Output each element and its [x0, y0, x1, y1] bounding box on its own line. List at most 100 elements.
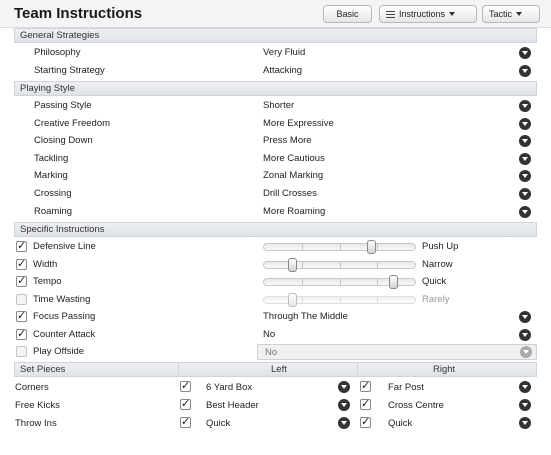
chevron-down-icon[interactable]: [519, 65, 531, 77]
value-roaming[interactable]: More Roaming: [263, 206, 325, 217]
value-starting-strategy[interactable]: Attacking: [263, 65, 302, 76]
value-corners-left[interactable]: 6 Yard Box: [206, 382, 252, 393]
value-corners-right[interactable]: Far Post: [388, 382, 424, 393]
chevron-down-icon[interactable]: [519, 135, 531, 147]
chevron-down-icon[interactable]: [519, 311, 531, 323]
value-throw-ins-right[interactable]: Quick: [388, 418, 412, 429]
chevron-down-icon[interactable]: [520, 346, 532, 358]
throw-ins-left-checkbox[interactable]: [180, 415, 191, 428]
chevron-down-icon: [449, 12, 456, 16]
value-closing-down[interactable]: Press More: [263, 135, 312, 146]
slider-tick: [339, 297, 341, 303]
chevron-down-icon[interactable]: [519, 188, 531, 200]
row-label-closing-down: Closing Down: [34, 135, 93, 146]
value-passing-style[interactable]: Shorter: [263, 100, 294, 111]
chevron-down-icon[interactable]: [519, 399, 531, 411]
row-label-play-offside: Play Offside: [33, 346, 85, 357]
menu-lines-icon: [386, 11, 395, 18]
section-title: Playing Style: [20, 83, 75, 94]
defensive-line-checkbox[interactable]: [16, 239, 27, 252]
chevron-down-icon[interactable]: [519, 206, 531, 218]
value-counter-attack[interactable]: No: [263, 329, 275, 340]
focus-passing-checkbox[interactable]: [16, 309, 27, 322]
chevron-down-icon[interactable]: [519, 118, 531, 130]
chevron-down-icon[interactable]: [519, 170, 531, 182]
tempo-checkbox[interactable]: [16, 274, 27, 287]
width-slider[interactable]: [263, 258, 416, 272]
row-label-marking: Marking: [34, 170, 68, 181]
chevron-down-icon[interactable]: [338, 399, 350, 411]
value-tempo: Quick: [422, 276, 447, 287]
value-defensive-line: Push Up: [422, 241, 459, 252]
basic-button[interactable]: Basic: [323, 5, 372, 23]
page-title: Team Instructions: [14, 5, 143, 22]
row-label-passing-style: Passing Style: [34, 100, 92, 111]
slider-tick: [301, 279, 303, 285]
basic-button-label: Basic: [336, 9, 359, 19]
chevron-down-icon[interactable]: [338, 381, 350, 393]
value-creative-freedom[interactable]: More Expressive: [263, 118, 334, 129]
defensive-line-slider[interactable]: [263, 240, 416, 254]
value-philosophy[interactable]: Very Fluid: [263, 47, 305, 58]
slider-handle[interactable]: [389, 275, 398, 289]
tempo-slider[interactable]: [263, 275, 416, 289]
row-label-throw-ins: Throw Ins: [15, 418, 57, 429]
corners-left-checkbox[interactable]: [180, 379, 191, 392]
row-label-roaming: Roaming: [34, 206, 73, 217]
row-label-starting-strategy: Starting Strategy: [34, 65, 105, 76]
time-wasting-checkbox[interactable]: [16, 294, 27, 305]
value-time-wasting: Rarely: [422, 294, 450, 305]
chevron-down-icon[interactable]: [519, 417, 531, 429]
value-throw-ins-left[interactable]: Quick: [206, 418, 230, 429]
chevron-down-icon[interactable]: [519, 100, 531, 112]
value-crossing[interactable]: Drill Crosses: [263, 188, 317, 199]
value-tackling[interactable]: More Cautious: [263, 153, 325, 164]
slider-handle[interactable]: [288, 293, 297, 307]
slider-tick: [377, 297, 379, 303]
row-label-focus-passing: Focus Passing: [33, 311, 96, 322]
instructions-dropdown[interactable]: Instructions: [379, 5, 477, 23]
row-label-defensive-line: Defensive Line: [33, 241, 96, 252]
row-label-counter-attack: Counter Attack: [33, 329, 96, 340]
set-pieces-right-heading: Right: [433, 364, 456, 375]
section-title: General Strategies: [20, 30, 100, 41]
chevron-down-icon: [516, 12, 523, 16]
header-bar: Team Instructions Basic Instructions Tac…: [0, 0, 551, 28]
throw-ins-right-checkbox[interactable]: [360, 415, 371, 428]
tactic-dropdown[interactable]: Tactic: [482, 5, 540, 23]
section-header-specific-instructions: Specific Instructions: [14, 222, 537, 237]
row-label-corners: Corners: [15, 382, 49, 393]
corners-right-checkbox[interactable]: [360, 379, 371, 392]
play-offside-value: No: [265, 347, 278, 358]
slider-tick: [377, 244, 379, 250]
section-header-general-strategies: General Strategies: [14, 28, 537, 43]
column-divider: [178, 362, 179, 377]
play-offside-dropdown[interactable]: No: [257, 344, 537, 360]
row-label-philosophy: Philosophy: [34, 47, 81, 58]
chevron-down-icon[interactable]: [519, 47, 531, 59]
free-kicks-left-checkbox[interactable]: [180, 397, 191, 410]
counter-attack-checkbox[interactable]: [16, 327, 27, 340]
time-wasting-slider[interactable]: [263, 293, 416, 307]
value-free-kicks-left[interactable]: Best Header: [206, 400, 259, 411]
width-checkbox[interactable]: [16, 257, 27, 270]
row-label-width: Width: [33, 259, 58, 270]
play-offside-checkbox[interactable]: [16, 346, 27, 357]
slider-handle[interactable]: [367, 240, 376, 254]
slider-handle[interactable]: [288, 258, 297, 272]
slider-tick: [377, 279, 379, 285]
section-title: Set Pieces: [20, 364, 66, 375]
value-marking[interactable]: Zonal Marking: [263, 170, 323, 181]
chevron-down-icon[interactable]: [519, 153, 531, 165]
value-focus-passing[interactable]: Through The Middle: [263, 311, 348, 322]
chevron-down-icon[interactable]: [338, 417, 350, 429]
row-label-free-kicks: Free Kicks: [15, 400, 60, 411]
set-pieces-left-heading: Left: [271, 364, 287, 375]
free-kicks-right-checkbox[interactable]: [360, 397, 371, 410]
slider-tick: [339, 279, 341, 285]
value-free-kicks-right[interactable]: Cross Centre: [388, 400, 444, 411]
chevron-down-icon[interactable]: [519, 329, 531, 341]
chevron-down-icon[interactable]: [519, 381, 531, 393]
row-label-tackling: Tackling: [34, 153, 69, 164]
slider-tick: [339, 244, 341, 250]
